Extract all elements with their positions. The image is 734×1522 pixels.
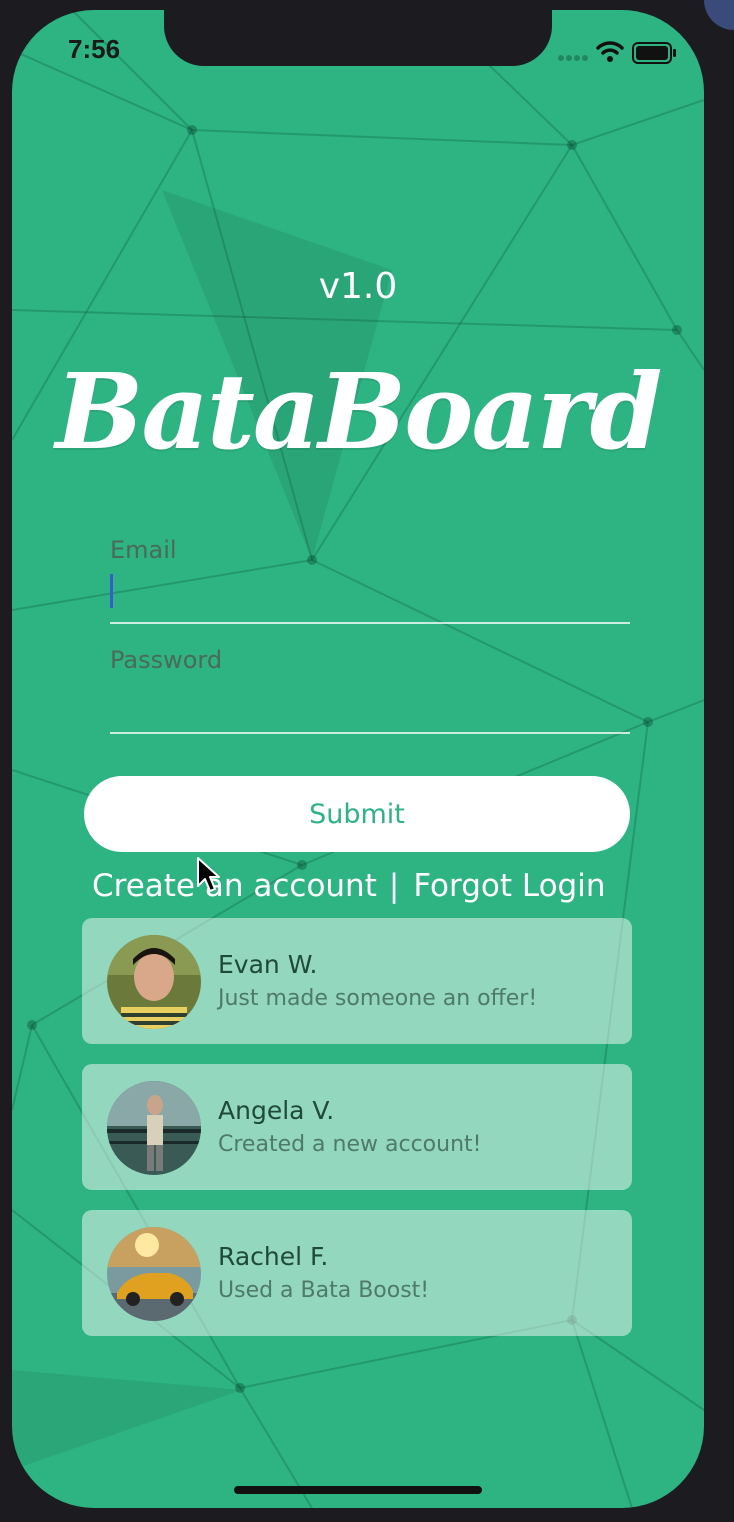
card-message: Used a Bata Boost!	[218, 1278, 430, 1303]
avatar	[107, 1227, 201, 1321]
card-message: Created a new account!	[218, 1132, 482, 1157]
card-name: Rachel F.	[218, 1242, 329, 1271]
password-label: Password	[110, 646, 223, 674]
activity-card[interactable]: Evan W. Just made someone an offer!	[82, 918, 632, 1044]
submit-button[interactable]: Submit	[84, 776, 630, 852]
mouse-cursor-icon	[197, 857, 220, 892]
device-notch	[164, 10, 552, 66]
card-name: Angela V.	[218, 1096, 335, 1125]
avatar	[107, 1081, 201, 1175]
card-name: Evan W.	[218, 950, 318, 979]
account-links: Create an account | Forgot Login	[92, 868, 606, 904]
home-indicator[interactable]	[234, 1486, 482, 1494]
forgot-login-link[interactable]: Forgot Login	[413, 868, 605, 904]
activity-card[interactable]: Angela V. Created a new account!	[82, 1064, 632, 1190]
phone-screen: 7:56 v1.0 BataBoard Email Password Submi…	[12, 10, 704, 1508]
email-field[interactable]	[110, 578, 630, 624]
signal-icon	[558, 55, 588, 61]
wifi-icon	[596, 41, 624, 62]
password-field[interactable]	[110, 688, 630, 734]
link-separator: |	[388, 868, 400, 904]
card-message: Just made someone an offer!	[218, 986, 538, 1011]
activity-card[interactable]: Rachel F. Used a Bata Boost!	[82, 1210, 632, 1336]
create-account-link[interactable]: Create an account	[92, 868, 377, 904]
app-version: v1.0	[318, 266, 398, 307]
email-label: Email	[110, 536, 177, 564]
text-caret	[110, 574, 113, 608]
window-corner	[704, 0, 734, 30]
status-time: 7:56	[68, 34, 121, 64]
battery-icon	[632, 42, 676, 64]
app-logo: BataBoard	[55, 350, 663, 473]
avatar	[107, 935, 201, 1029]
